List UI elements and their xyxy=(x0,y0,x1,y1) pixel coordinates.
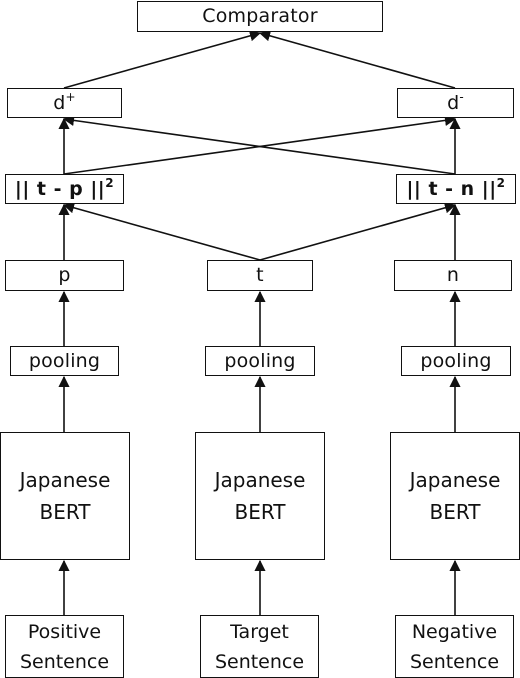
positive-sentence-node: Positive Sentence xyxy=(5,615,124,678)
pooling-target-node: pooling xyxy=(205,346,315,376)
edge-norm-tp-to-d-minus xyxy=(63,114,457,175)
bert-label: Japanese BERT xyxy=(410,464,501,528)
sentence-label-line2: Sentence xyxy=(19,650,110,673)
comparator-label: Comparator xyxy=(202,5,318,28)
sentence-label-line1: Positive xyxy=(27,620,102,643)
edge-t-to-norm-tp xyxy=(62,202,261,261)
norm-t-p-label: || t - p ||2 xyxy=(14,175,115,200)
embedding-n-label: n xyxy=(446,264,460,287)
norm-t-n-node: || t - n ||2 xyxy=(396,174,516,204)
sentence-label: Negative Sentence xyxy=(410,617,499,677)
target-sentence-node: Target Sentence xyxy=(200,615,319,678)
bert-positive-node: Japanese BERT xyxy=(0,432,130,560)
bert-label: Japanese BERT xyxy=(215,464,306,528)
d-minus-label: d- xyxy=(447,89,464,114)
edge-t-to-norm-tn xyxy=(259,202,457,261)
d-minus-node: d- xyxy=(397,88,514,118)
d-plus-node: d+ xyxy=(7,88,122,118)
d-plus-label: d+ xyxy=(53,89,76,114)
bert-target-node: Japanese BERT xyxy=(195,432,325,560)
pooling-label: pooling xyxy=(420,349,492,372)
embedding-t-node: t xyxy=(207,260,313,291)
edge-d-plus-to-comparator xyxy=(63,30,262,89)
bert-label-line2: BERT xyxy=(39,500,91,524)
bert-label-line2: BERT xyxy=(429,500,481,524)
bert-negative-node: Japanese BERT xyxy=(390,432,520,560)
embedding-n-node: n xyxy=(394,260,512,291)
embedding-p-node: p xyxy=(5,260,124,291)
bert-label-line1: Japanese xyxy=(19,468,111,492)
sentence-label-line1: Negative xyxy=(411,620,498,643)
norm-t-p-node: || t - p ||2 xyxy=(5,174,124,204)
pooling-positive-node: pooling xyxy=(10,346,119,376)
edge-norm-tn-to-d-plus xyxy=(62,114,456,175)
sentence-label-line2: Sentence xyxy=(214,650,305,673)
bert-label-line1: Japanese xyxy=(409,468,501,492)
bert-label-line1: Japanese xyxy=(214,468,306,492)
sentence-label: Positive Sentence xyxy=(20,617,109,677)
comparator-node: Comparator xyxy=(137,1,383,32)
embedding-p-label: p xyxy=(58,264,71,287)
sentence-label-line1: Target xyxy=(230,620,289,643)
sentence-label-line2: Sentence xyxy=(409,650,500,673)
bert-label-line2: BERT xyxy=(234,500,286,524)
pooling-negative-node: pooling xyxy=(401,346,511,376)
sentence-label: Target Sentence xyxy=(215,617,304,677)
embedding-t-label: t xyxy=(256,264,264,287)
edge-d-minus-to-comparator xyxy=(258,30,456,89)
pooling-label: pooling xyxy=(224,349,296,372)
norm-t-n-label: || t - n ||2 xyxy=(406,175,506,200)
negative-sentence-node: Negative Sentence xyxy=(395,615,514,678)
pooling-label: pooling xyxy=(28,349,101,372)
bert-label: Japanese BERT xyxy=(20,464,111,528)
